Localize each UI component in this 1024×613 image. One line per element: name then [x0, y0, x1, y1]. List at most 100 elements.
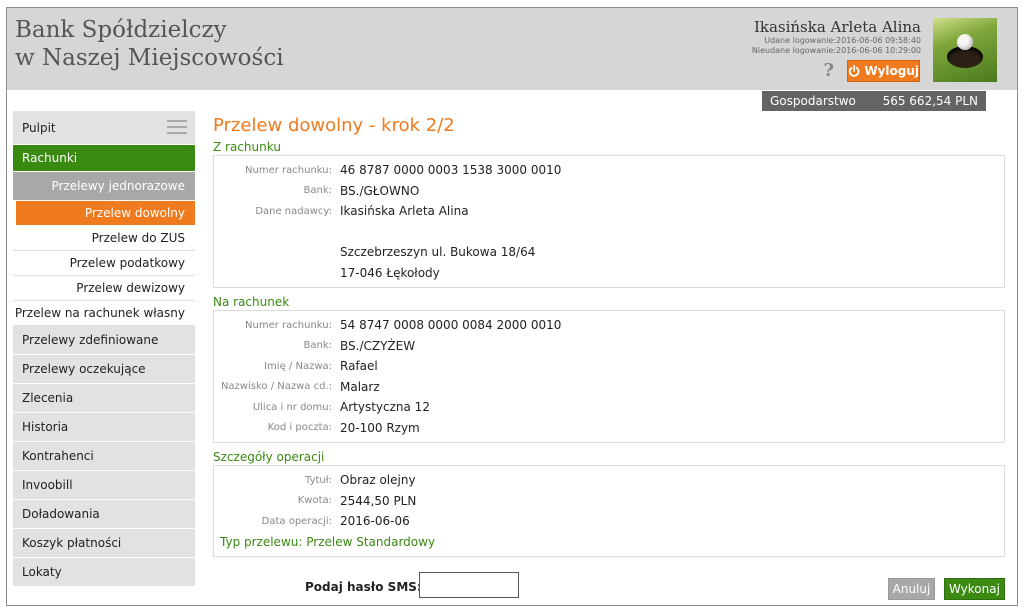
detail-row: Dane nadawcy: Ikasińska Arleta Alina [214, 201, 1004, 222]
sidebar-item-zlecenia[interactable]: Zlecenia [13, 384, 195, 413]
section-title-details: Szczegóły operacji [213, 450, 325, 464]
detail-row: Bank: BS./GŁOWNO [214, 181, 1004, 202]
sidebar-item-label: Pulpit [22, 120, 56, 135]
field-label: Dane nadawcy: [255, 205, 332, 217]
sidebar-item-label: Invoobill [22, 478, 73, 492]
sidebar-item-koszyk-platnosci[interactable]: Koszyk płatności [13, 529, 195, 558]
field-label: Ulica i nr domu: [252, 401, 332, 413]
sidebar-item-label: Doładowania [22, 507, 100, 521]
sms-code-input[interactable] [419, 572, 519, 598]
from-account-panel: Numer rachunku: 46 8787 0000 0003 1538 3… [213, 155, 1005, 288]
sidebar-subitem-przelew-podatkowy[interactable]: Przelew podatkowy [13, 251, 195, 276]
recipient-street: Artystyczna 12 [340, 400, 430, 415]
sidebar-item-label: Przelew na rachunek własny [14, 306, 185, 320]
sidebar-subitem-przelew-dewizowy[interactable]: Przelew dewizowy [13, 276, 195, 301]
sidebar-subitem-przelew-wlasny[interactable]: Przelew na rachunek własny [13, 301, 195, 326]
account-name: Gospodarstwo [770, 94, 856, 108]
sidebar-item-label: Kontrahenci [22, 449, 94, 463]
field-label: Bank: [303, 185, 333, 197]
detail-row: Data operacji: 2016-06-06 [214, 511, 1004, 532]
field-label: Tytuł: [305, 474, 332, 486]
sender-name: Ikasińska Arleta Alina [340, 204, 469, 219]
sidebar-subitem-przelew-zus[interactable]: Przelew do ZUS [13, 226, 195, 251]
user-name: Ikasińska Arleta Alina [753, 18, 921, 36]
to-account-number: 54 8747 0008 0000 0084 2000 0010 [340, 318, 562, 333]
section-title-from: Z rachunku [213, 140, 281, 154]
cancel-button[interactable]: Anuluj [888, 578, 935, 600]
operation-date: 2016-06-06 [340, 514, 410, 529]
last-failed-login: Nieudane logowanie:2016-06-06 10:29:00 [751, 46, 921, 55]
page-title: Przelew dowolny - krok 2/2 [213, 115, 455, 136]
sidebar-item-pulpit[interactable]: Pulpit [13, 111, 195, 145]
detail-row: 17-046 Łękołody [214, 263, 1004, 284]
field-label: Kod i poczta: [267, 422, 332, 434]
operation-details-panel: Tytuł: Obraz olejny Kwota: 2544,50 PLN D… [213, 465, 1005, 557]
sidebar-item-przelewy-oczekujace[interactable]: Przelewy oczekujące [13, 355, 195, 384]
sidebar-item-label: Przelew dowolny [84, 206, 185, 220]
sidebar-item-label: Zlecenia [22, 391, 74, 405]
from-account-number: 46 8787 0000 0003 1538 3000 0010 [340, 163, 562, 178]
sidebar-item-historia[interactable]: Historia [13, 413, 195, 442]
sidebar: Pulpit Rachunki Przelewy jednorazowe Prz… [13, 111, 195, 587]
sidebar-item-label: Przelewy oczekujące [22, 362, 146, 376]
sidebar-item-lokaty[interactable]: Lokaty [13, 558, 195, 587]
field-label: Numer rachunku: [245, 319, 332, 331]
sidebar-item-kontrahenci[interactable]: Kontrahenci [13, 442, 195, 471]
sidebar-item-invoobill[interactable]: Invoobill [13, 471, 195, 500]
last-success-login: Udane logowanie:2016-06-06 09:58:40 [764, 36, 921, 45]
sidebar-group-przelewy-jednorazowe[interactable]: Przelewy jednorazowe [13, 172, 195, 201]
recipient-surname: Malarz [340, 379, 380, 394]
sidebar-item-label: Przelewy zdefiniowane [22, 333, 159, 347]
detail-row: Imię / Nazwa: Rafael [214, 356, 1004, 377]
to-bank: BS./CZYŻEW [340, 338, 416, 353]
user-info: Ikasińska Arleta Alina Udane logowanie:2… [752, 18, 921, 56]
detail-row-empty [214, 222, 1004, 243]
sidebar-item-label: Lokaty [22, 565, 62, 579]
sidebar-item-rachunki[interactable]: Rachunki [13, 145, 195, 172]
sender-address: Szczebrzeszyn ul. Bukowa 18/64 [340, 245, 536, 260]
field-label: Data operacji: [261, 515, 332, 527]
sms-code-label: Podaj hasło SMS: [305, 580, 422, 594]
recipient-name: Rafael [340, 359, 378, 374]
sidebar-item-label: Przelew do ZUS [91, 231, 185, 245]
transfer-amount: 2544,50 PLN [340, 493, 417, 508]
golf-ball-icon [957, 34, 973, 50]
sidebar-item-label: Rachunki [22, 151, 78, 165]
execute-button[interactable]: Wykonaj [944, 578, 1005, 600]
from-bank: BS./GŁOWNO [340, 183, 420, 198]
transfer-title: Obraz olejny [340, 473, 416, 488]
app-window: Bank Spółdzielczy w Naszej Miejscowości … [6, 7, 1018, 606]
field-label: Kwota: [297, 495, 332, 507]
detail-row: Numer rachunku: 54 8747 0008 0000 0084 2… [214, 315, 1004, 336]
sidebar-item-doladowania[interactable]: Doładowania [13, 500, 195, 529]
sidebar-item-przelewy-zdefiniowane[interactable]: Przelewy zdefiniowane [13, 326, 195, 355]
logout-button[interactable]: Wyloguj [847, 60, 920, 82]
sms-confirmation-row: Podaj hasło SMS: Anuluj Wykonaj [213, 572, 1005, 602]
transfer-type: Typ przelewu: Przelew Standardowy [220, 534, 436, 549]
help-icon[interactable]: ? [823, 60, 834, 81]
sidebar-item-label: Historia [22, 420, 69, 434]
detail-row: Ulica i nr domu: Artystyczna 12 [214, 397, 1004, 418]
detail-row: Szczebrzeszyn ul. Bukowa 18/64 [214, 242, 1004, 263]
sidebar-subitem-przelew-dowolny[interactable]: Przelew dowolny [16, 201, 195, 226]
field-label: Numer rachunku: [245, 164, 332, 176]
logout-label: Wyloguj [864, 64, 919, 78]
detail-row: Nazwisko / Nazwa cd.: Malarz [214, 377, 1004, 398]
field-label: Imię / Nazwa: [264, 360, 332, 372]
to-account-panel: Numer rachunku: 54 8747 0008 0000 0084 2… [213, 310, 1005, 443]
recipient-postal: 20-100 Rzym [340, 420, 420, 435]
bank-name-line1: Bank Spółdzielczy [15, 17, 227, 43]
sender-city: 17-046 Łękołody [340, 265, 440, 280]
hamburger-menu-icon[interactable] [167, 120, 187, 134]
bank-logo-text: Bank Spółdzielczy w Naszej Miejscowości [15, 16, 284, 72]
detail-row: Bank: BS./CZYŻEW [214, 336, 1004, 357]
field-label: Nazwisko / Nazwa cd.: [220, 381, 332, 393]
account-balance-bar: Gospodarstwo 565 662,54 PLN [762, 91, 986, 111]
bank-name-line2: w Naszej Miejscowości [15, 45, 284, 71]
sidebar-item-label: Przelew podatkowy [69, 256, 185, 270]
section-title-to: Na rachunek [213, 295, 290, 309]
main-content: Przelew dowolny - krok 2/2 Z rachunku Nu… [213, 111, 1005, 600]
sidebar-item-label: Koszyk płatności [22, 536, 122, 550]
sidebar-item-label: Przelew dewizowy [76, 281, 185, 295]
detail-row: Kod i poczta: 20-100 Rzym [214, 418, 1004, 439]
